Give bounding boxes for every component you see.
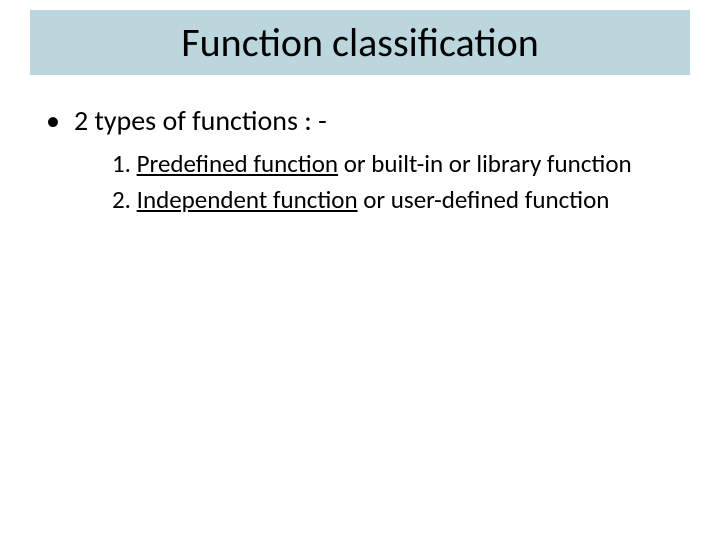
- sub-list: 1. Predefined function or built-in or li…: [112, 147, 680, 217]
- bullet-text: 2 types of functions : -: [74, 103, 327, 139]
- sub-rest: or user-defined function: [358, 184, 610, 215]
- title-bar: Function classification: [30, 10, 690, 75]
- sub-number: 2.: [112, 184, 137, 215]
- sub-number: 1.: [112, 148, 137, 179]
- content-area: • 2 types of functions : - 1. Predefined…: [0, 75, 720, 217]
- sub-item: 1. Predefined function or built-in or li…: [112, 147, 680, 181]
- sub-rest: or built-in or library function: [338, 148, 632, 179]
- bullet-item: • 2 types of functions : -: [40, 103, 680, 139]
- bullet-marker: •: [46, 103, 60, 138]
- sub-item: 2. Independent function or user-defined …: [112, 183, 680, 217]
- sub-underline: Predefined function: [137, 148, 338, 179]
- sub-underline: Independent function: [137, 184, 358, 215]
- slide-title: Function classification: [30, 18, 690, 67]
